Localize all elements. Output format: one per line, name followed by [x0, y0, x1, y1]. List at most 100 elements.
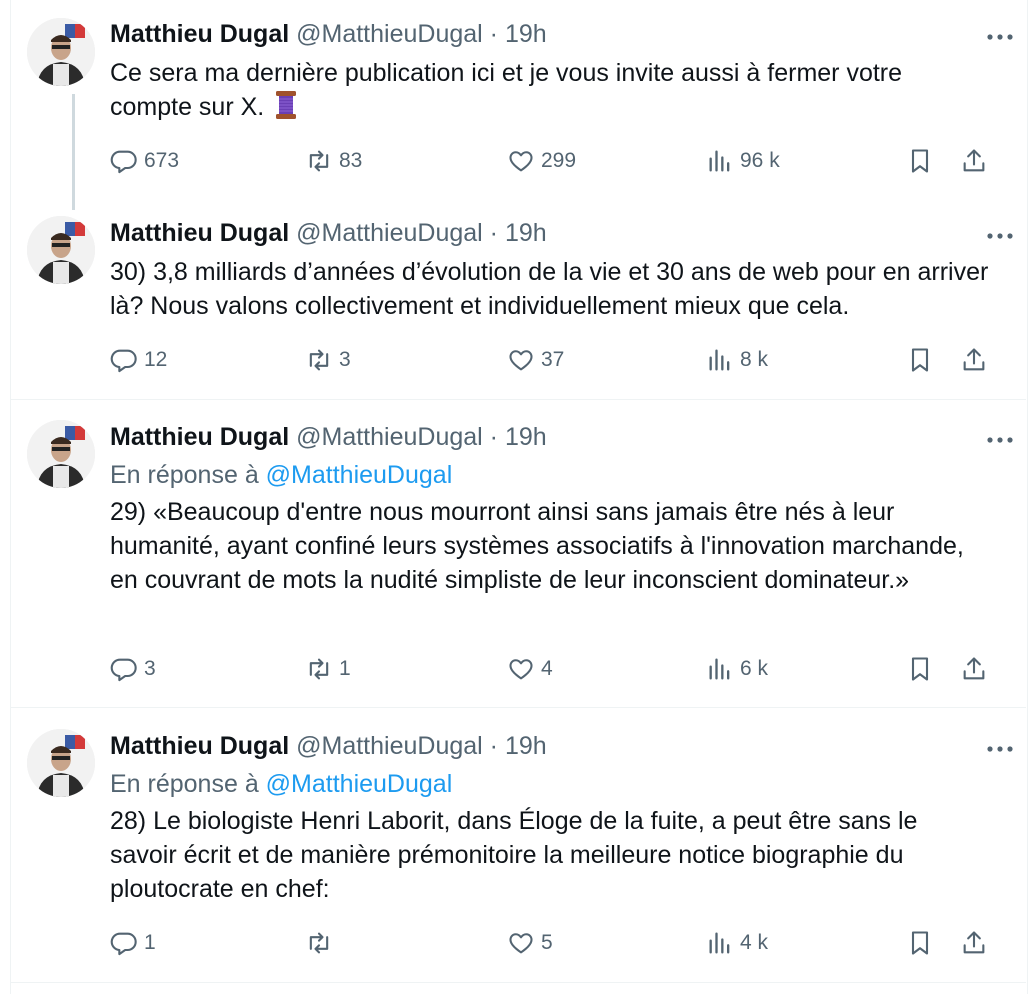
views-button[interactable]: 96 k: [706, 146, 780, 176]
reply-button[interactable]: 3: [110, 654, 156, 684]
repost-button[interactable]: [305, 928, 339, 958]
thread-connector-line: [72, 94, 75, 210]
more-options-icon[interactable]: [982, 425, 1018, 455]
share-button[interactable]: [960, 654, 988, 684]
heart-icon: [509, 659, 533, 680]
heart-icon: [509, 151, 533, 172]
like-button[interactable]: 299: [507, 146, 576, 176]
tweet-actions: 12 3 37 8 k: [110, 345, 1000, 375]
reply-icon: [110, 658, 137, 682]
reply-prefix: En réponse à: [110, 461, 259, 489]
bookmark-icon: [911, 657, 929, 681]
tweet-time[interactable]: 19h: [505, 219, 547, 247]
views-button[interactable]: 6 k: [706, 654, 768, 684]
tweet-header: Matthieu Dugal @MatthieuDugal · 19h: [110, 19, 547, 49]
views-button[interactable]: 4 k: [706, 928, 768, 958]
views-count: 4 k: [740, 931, 769, 954]
bookmark-button[interactable]: [906, 345, 934, 375]
tweet-time[interactable]: 19h: [505, 20, 547, 48]
tweet-text: 28) Le biologiste Henri Laborit, dans Él…: [110, 807, 918, 903]
heart-icon: [509, 933, 533, 954]
bookmark-button[interactable]: [906, 654, 934, 684]
share-icon: [963, 931, 985, 954]
avatar[interactable]: [27, 216, 95, 284]
like-count: 37: [541, 348, 565, 371]
bookmark-icon: [911, 348, 929, 372]
tweet-text: 30) 3,8 milliards d’années d’évolution d…: [110, 258, 989, 320]
author-handle[interactable]: @MatthieuDugal: [296, 20, 483, 48]
author-name[interactable]: Matthieu Dugal: [110, 20, 289, 48]
avatar[interactable]: [27, 18, 95, 86]
repost-count: 1: [339, 657, 351, 680]
reply-button[interactable]: 12: [110, 345, 167, 375]
avatar[interactable]: [27, 729, 95, 797]
repost-icon: [309, 658, 329, 680]
views-count: 8 k: [740, 348, 769, 371]
more-options-icon[interactable]: [982, 734, 1018, 764]
profile-photo-icon: [27, 729, 95, 797]
header-separator: ·: [489, 219, 498, 247]
views-chart-icon: [709, 349, 730, 371]
more-options-icon[interactable]: [982, 22, 1018, 52]
views-button[interactable]: 8 k: [706, 345, 768, 375]
author-name[interactable]: Matthieu Dugal: [110, 732, 289, 760]
profile-photo-icon: [27, 216, 95, 284]
share-icon: [963, 149, 985, 172]
share-button[interactable]: [960, 146, 988, 176]
author-handle[interactable]: @MatthieuDugal: [296, 423, 483, 451]
reply-count: 12: [144, 348, 168, 371]
tweet-actions: 3 1 4 6 k: [110, 654, 1000, 684]
tweet-header: Matthieu Dugal @MatthieuDugal · 19h: [110, 218, 547, 248]
reply-button[interactable]: 1: [110, 928, 156, 958]
author-handle[interactable]: @MatthieuDugal: [296, 732, 483, 760]
reply-count: 3: [144, 657, 156, 680]
bookmark-icon: [911, 149, 929, 173]
like-button[interactable]: 5: [507, 928, 553, 958]
tweet-divider: [10, 982, 1026, 983]
tweet-divider: [10, 707, 1026, 708]
more-options-icon[interactable]: [982, 221, 1018, 251]
avatar[interactable]: [27, 420, 95, 488]
bookmark-button[interactable]: [906, 146, 934, 176]
profile-photo-icon: [27, 420, 95, 488]
repost-icon: [309, 349, 329, 371]
tweet-actions: 673 83 299 96 k: [110, 146, 1000, 176]
tweet-header: Matthieu Dugal @MatthieuDugal · 19h: [110, 731, 547, 761]
author-handle[interactable]: @MatthieuDugal: [296, 219, 483, 247]
like-count: 299: [541, 149, 577, 172]
views-chart-icon: [709, 150, 730, 172]
repost-count: 83: [339, 149, 363, 172]
replying-to: En réponse à @MatthieuDugal: [110, 769, 452, 799]
like-count: 5: [541, 931, 553, 954]
tweet-time[interactable]: 19h: [505, 423, 547, 451]
tweet-actions: 1 5 4 k: [110, 928, 1000, 958]
author-name[interactable]: Matthieu Dugal: [110, 423, 289, 451]
header-separator: ·: [489, 732, 498, 760]
share-icon: [963, 348, 985, 371]
like-count: 4: [541, 657, 553, 680]
author-name[interactable]: Matthieu Dugal: [110, 219, 289, 247]
profile-photo-icon: [27, 18, 95, 86]
reply-icon: [110, 932, 137, 956]
repost-icon: [309, 932, 329, 954]
like-button[interactable]: 4: [507, 654, 553, 684]
tweet-divider: [10, 399, 1026, 400]
reply-button[interactable]: 673: [110, 146, 179, 176]
repost-button[interactable]: 3: [305, 345, 351, 375]
reply-mention-link[interactable]: @MatthieuDugal: [266, 461, 453, 489]
reply-mention-link[interactable]: @MatthieuDugal: [266, 770, 453, 798]
bookmark-button[interactable]: [906, 928, 934, 958]
repost-button[interactable]: 83: [305, 146, 362, 176]
header-separator: ·: [489, 20, 498, 48]
reply-count: 673: [144, 149, 180, 172]
views-chart-icon: [709, 658, 730, 680]
header-separator: ·: [489, 423, 498, 451]
share-button[interactable]: [960, 928, 988, 958]
repost-button[interactable]: 1: [305, 654, 351, 684]
replying-to: En réponse à @MatthieuDugal: [110, 460, 452, 490]
share-button[interactable]: [960, 345, 988, 375]
tweet-time[interactable]: 19h: [505, 732, 547, 760]
tweet-header: Matthieu Dugal @MatthieuDugal · 19h: [110, 422, 547, 452]
heart-icon: [509, 350, 533, 371]
like-button[interactable]: 37: [507, 345, 564, 375]
